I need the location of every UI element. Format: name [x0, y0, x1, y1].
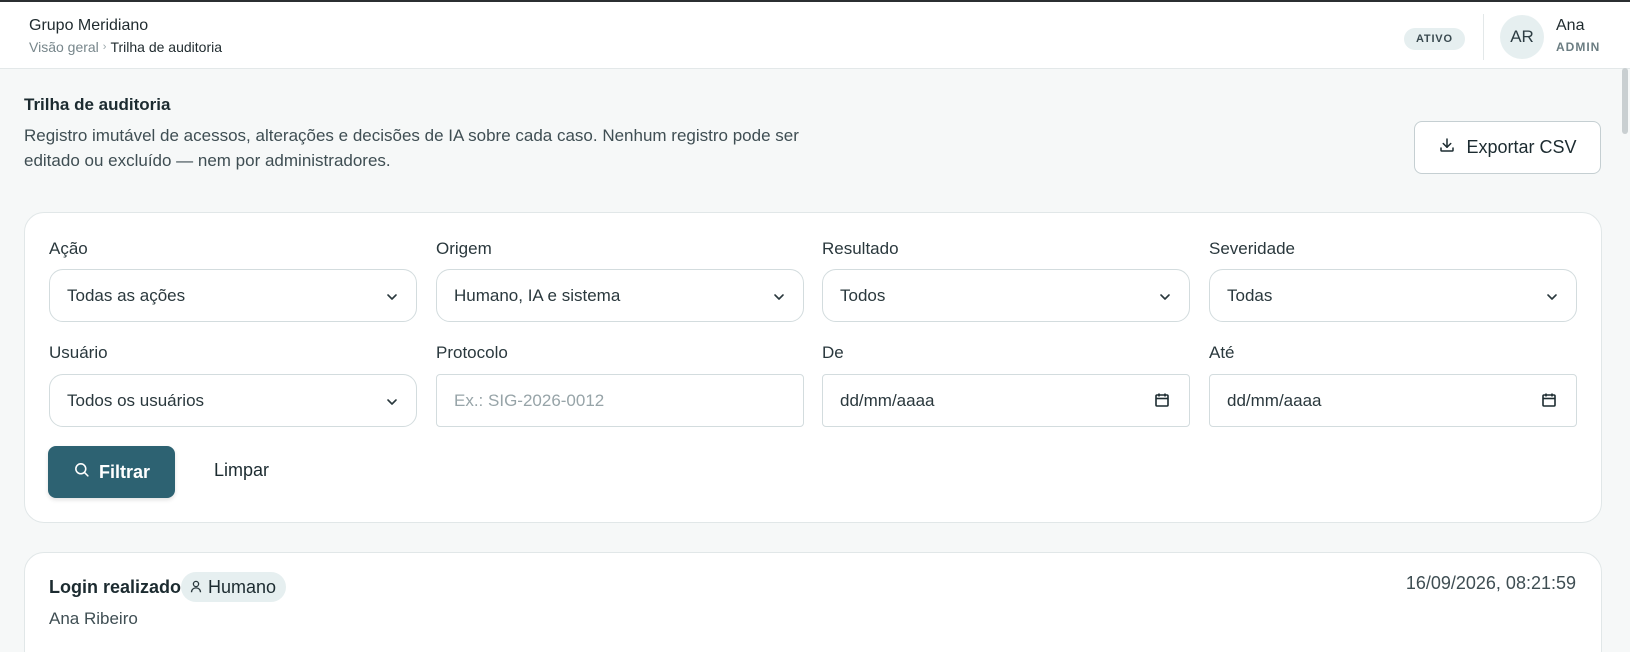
filter-button[interactable]: Filtrar	[48, 446, 175, 498]
breadcrumb-separator: ›	[102, 41, 107, 53]
origin-filter-label: Origem	[436, 239, 492, 258]
clear-filters-button[interactable]: Limpar	[214, 460, 269, 481]
chevron-down-icon	[1545, 289, 1559, 309]
download-icon	[1438, 136, 1456, 159]
to-date-label: Até	[1209, 343, 1235, 362]
chevron-down-icon	[1158, 289, 1172, 309]
org-name: Grupo Meridiano	[29, 17, 149, 34]
action-select-value: Todas as ações	[67, 285, 186, 305]
result-select-value: Todos	[840, 285, 886, 305]
origin-badge: Humano	[181, 572, 287, 602]
search-icon	[73, 461, 90, 483]
audit-log-entry[interactable]	[24, 552, 1602, 652]
status-badge: ATIVO	[1404, 28, 1465, 50]
user-role: ADMIN	[1556, 40, 1601, 54]
from-date-label: De	[822, 343, 844, 362]
origin-badge-label: Humano	[208, 576, 277, 597]
result-select[interactable]: Todos	[822, 269, 1190, 322]
top-bar: Grupo Meridiano Visão geral › Trilha de …	[0, 0, 1630, 69]
user-select-value: Todos os usuários	[67, 390, 205, 410]
log-timestamp: 16/09/2026, 08:21:59	[1405, 573, 1576, 593]
severity-filter-label: Severidade	[1209, 239, 1296, 258]
log-user: Ana Ribeiro	[49, 609, 138, 628]
protocol-input[interactable]: Ex.: SIG-2026-0012	[436, 374, 804, 427]
avatar[interactable]: AR	[1500, 15, 1544, 59]
header-divider	[1483, 14, 1484, 60]
from-date-input[interactable]: dd/mm/aaaa	[822, 374, 1190, 427]
log-action: Login realizado	[49, 577, 182, 597]
origin-select[interactable]: Humano, IA e sistema	[436, 269, 804, 322]
origin-select-value: Humano, IA e sistema	[454, 285, 621, 305]
scrollbar-thumb[interactable]	[1622, 68, 1628, 134]
chevron-down-icon	[385, 289, 399, 309]
result-filter-label: Resultado	[822, 239, 899, 258]
calendar-icon[interactable]	[1154, 392, 1170, 413]
user-select[interactable]: Todos os usuários	[49, 374, 417, 427]
to-date-input[interactable]: dd/mm/aaaa	[1209, 374, 1577, 427]
person-icon	[190, 577, 202, 598]
page-description: Registro imutável de acessos, alterações…	[24, 126, 799, 170]
action-filter-label: Ação	[49, 239, 88, 258]
user-name[interactable]: Ana	[1556, 17, 1584, 35]
breadcrumb-item-current: Trilha de auditoria	[110, 39, 223, 55]
severity-select-value: Todas	[1227, 285, 1273, 305]
action-select[interactable]: Todas as ações	[49, 269, 417, 322]
from-date-value: dd/mm/aaaa	[840, 390, 935, 410]
page-title: Trilha de auditoria	[24, 95, 171, 114]
chevron-down-icon	[385, 394, 399, 414]
breadcrumb-item-overview[interactable]: Visão geral	[29, 39, 99, 55]
calendar-icon[interactable]	[1541, 392, 1557, 413]
to-date-value: dd/mm/aaaa	[1227, 390, 1322, 410]
protocol-input-placeholder: Ex.: SIG-2026-0012	[454, 390, 605, 410]
export-csv-label: Exportar CSV	[1466, 137, 1577, 157]
protocol-filter-label: Protocolo	[436, 343, 508, 362]
filter-button-label: Filtrar	[98, 461, 150, 482]
chevron-down-icon	[772, 289, 786, 309]
breadcrumb: Visão geral › Trilha de auditoria	[29, 39, 222, 55]
severity-select[interactable]: Todas	[1209, 269, 1577, 322]
export-csv-button[interactable]: Exportar CSV	[1414, 121, 1601, 174]
user-filter-label: Usuário	[49, 343, 108, 362]
